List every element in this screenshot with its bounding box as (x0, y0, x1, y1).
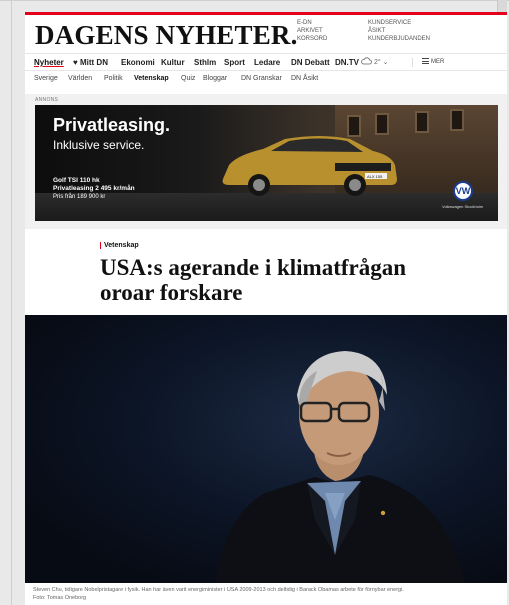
building-window (415, 111, 429, 133)
building-window (375, 113, 389, 135)
photo-caption: Steven Chu, tidigare Nobelpristagare i f… (33, 586, 503, 602)
cloud-icon (361, 57, 372, 65)
subnav-item-bloggar[interactable]: Bloggar (203, 75, 227, 82)
ad-model: Golf TSI 110 hk (53, 177, 100, 184)
building-window (450, 109, 464, 131)
top-links-right: KUNDSERVICE ÅSIKT KUNDERBJUDANDEN (368, 19, 430, 43)
site-logo[interactable]: DAGENS NYHETER. (35, 20, 298, 51)
subnav-item-vetenskap[interactable]: Vetenskap (134, 75, 169, 82)
top-link[interactable]: ÅSIKT (368, 27, 430, 35)
nav-item-kultur[interactable]: Kultur (161, 58, 185, 67)
article-hero-photo[interactable] (25, 315, 507, 583)
article-header: Vetenskap USA:s agerande i klimatfrågan … (25, 229, 507, 315)
main-navigation: Nyheter ♥ Mitt DN Ekonomi Kultur Sthlm S… (25, 53, 507, 71)
advertisement-container: ANNONS ALX 155 Privatleasing. Inklusive … (25, 94, 507, 229)
nav-item-sport[interactable]: Sport (224, 58, 245, 67)
top-links-left: E-DN ARKIVET KORSORD (297, 19, 327, 43)
nav-item-mitt-dn[interactable]: ♥ Mitt DN (73, 58, 108, 67)
photo-credit: Foto: Tomas Oneborg (33, 595, 87, 601)
nav-item-dn-debatt[interactable]: DN Debatt (291, 58, 330, 67)
article-headline: USA:s agerande i klimatfrågan oroar fors… (100, 255, 407, 305)
masthead: DAGENS NYHETER. E-DN ARKIVET KORSORD KUN… (25, 15, 507, 53)
ad-subtitle: Inklusive service. (53, 138, 145, 152)
window-top-border (0, 0, 509, 1)
article-page: DAGENS NYHETER. E-DN ARKIVET KORSORD KUN… (25, 12, 507, 605)
subnav-item-dn-asikt[interactable]: DN Åsikt (291, 75, 318, 82)
nav-divider (412, 58, 413, 67)
nav-item-nyheter[interactable]: Nyheter (34, 58, 64, 67)
nav-item-sthlm[interactable]: Sthlm (194, 58, 216, 67)
top-link[interactable]: KUNDERBJUDANDEN (368, 35, 430, 43)
caption-text: Steven Chu, tidigare Nobelpristagare i f… (33, 587, 404, 593)
window-left-border (11, 0, 12, 605)
ad-brand-tag: Volkswagen Stockholm (442, 204, 484, 209)
ad-label: ANNONS (35, 97, 59, 103)
subnav-item-dn-granskar[interactable]: DN Granskar (241, 75, 282, 82)
article-section-kicker[interactable]: Vetenskap (100, 242, 139, 249)
top-link[interactable]: ARKIVET (297, 27, 327, 35)
ad-title: Privatleasing. (53, 115, 171, 135)
subnav-item-varlden[interactable]: Världen (68, 75, 92, 82)
nav-item-ledare[interactable]: Ledare (254, 58, 280, 67)
nav-item-ekonomi[interactable]: Ekonomi (121, 58, 155, 67)
top-link[interactable]: E-DN (297, 19, 327, 27)
license-plate: ALX 155 (367, 174, 383, 179)
ad-fine-print: Golf TSI 110 hk Privatleasing 2 495 kr/m… (53, 177, 135, 201)
weather-widget[interactable]: 2° ⌄ (361, 57, 388, 66)
building-window (347, 115, 361, 137)
nav-item-dn-tv[interactable]: DN.TV (335, 58, 359, 67)
menu-button[interactable]: MER (422, 58, 444, 65)
hamburger-icon (422, 58, 429, 64)
top-link[interactable]: KORSORD (297, 35, 327, 43)
subnav-item-sverige[interactable]: Sverige (34, 75, 58, 82)
portrait-illustration (215, 351, 465, 583)
top-link[interactable]: KUNDSERVICE (368, 19, 430, 27)
ad-price-from: Pris från 189 900 kr (53, 194, 106, 200)
subnav-item-politik[interactable]: Politik (104, 75, 123, 82)
menu-label: MER (431, 59, 445, 65)
weather-temp: 2° ⌄ (373, 59, 389, 66)
vw-logo-icon: VW (453, 181, 473, 201)
ad-price-line: Privatleasing 2 495 kr/mån (53, 185, 135, 192)
ad-banner[interactable]: ALX 155 Privatleasing. Inklusive service… (35, 105, 498, 221)
car-image: ALX 155 (222, 136, 397, 196)
subnav-item-quiz[interactable]: Quiz (181, 75, 195, 82)
section-sub-navigation: Sverige Världen Politik Vetenskap Quiz B… (25, 71, 507, 87)
